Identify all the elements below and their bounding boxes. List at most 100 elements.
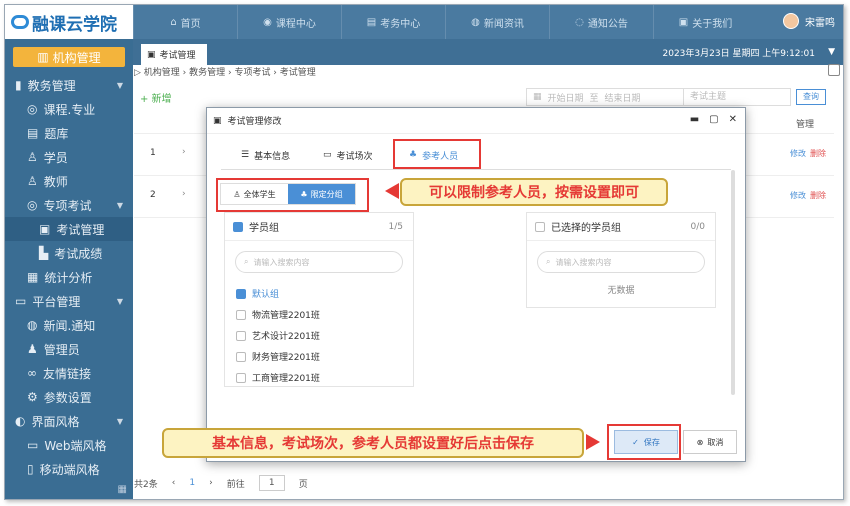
caret-down-icon: ▼ <box>116 416 123 426</box>
sidebar-item-platform[interactable]: ▭ 平台管理 ▼ <box>5 289 133 313</box>
checkbox[interactable] <box>236 372 246 383</box>
sidebar-item-academic[interactable]: ▮ 教务管理 ▼ <box>5 73 133 97</box>
prev-page-icon[interactable]: ‹ <box>172 478 176 488</box>
sidebar-item-statistics[interactable]: ▦ 统计分析 <box>5 265 133 289</box>
add-button[interactable]: + 新增 <box>140 90 172 105</box>
tab-basic-info[interactable]: ☰ 基本信息 <box>241 140 290 170</box>
logo: 融课云学院 <box>5 5 133 39</box>
group-list-panel: 学员组 1/5 ⌕ 请输入搜索内容 默认组 物流管理2201班 艺术设计2201班… <box>224 212 414 387</box>
sidebar-item-students[interactable]: ♙ 学员 <box>5 145 133 169</box>
person-icon: ♙ <box>27 150 38 164</box>
search-icon: ⌕ <box>546 257 551 266</box>
close-icon[interactable]: ✕ <box>729 114 737 125</box>
exam-icon: ▤ <box>366 16 377 28</box>
link-icon: ∞ <box>27 366 37 380</box>
cancel-button[interactable]: ⊗ 取消 <box>683 430 737 454</box>
list-item[interactable]: 财务管理2201班 <box>225 346 413 367</box>
checkbox[interactable] <box>236 351 246 362</box>
delete-button[interactable]: 删除 <box>810 148 826 159</box>
sidebar: ▥ 机构管理 ▮ 教务管理 ▼ ◎ 课程.专业 ▤ 题库 ♙ 学员 ♙ 教师 ◎ 专项考试 ▼ ▣… <box>5 39 133 499</box>
query-button[interactable]: 查询 <box>796 89 826 105</box>
print-icon[interactable] <box>828 64 840 76</box>
course-icon: ◉ <box>263 16 272 28</box>
select-all-checkbox[interactable] <box>535 221 545 232</box>
avatar <box>783 13 799 29</box>
edit-button[interactable]: 修改 <box>790 190 806 201</box>
sidebar-item-question-bank[interactable]: ▤ 题库 <box>5 121 133 145</box>
caret-down-icon: ▼ <box>116 296 123 306</box>
admin-icon: ♟ <box>27 342 38 356</box>
sidebar-item-special-exam[interactable]: ◎ 专项考试 ▼ <box>5 193 133 217</box>
checkbox[interactable] <box>236 309 246 320</box>
selected-search-input[interactable]: ⌕ 请输入搜索内容 <box>537 251 705 273</box>
sidebar-item-mobile-style[interactable]: ▯ 移动端风格 <box>5 457 133 481</box>
list-item[interactable]: 工商管理2201班 <box>225 367 413 388</box>
sidebar-item-exam-management[interactable]: ▣ 考试管理 <box>5 217 133 241</box>
sidebar-item-courses[interactable]: ◎ 课程.专业 <box>5 97 133 121</box>
checkbox[interactable] <box>236 288 246 299</box>
expand-icon[interactable]: › <box>182 147 186 157</box>
doc-icon: ▣ <box>147 49 156 60</box>
group-count: 1/5 <box>388 221 403 232</box>
desktop-icon: ▭ <box>27 438 39 452</box>
group-list-header: 学员组 1/5 <box>225 213 413 241</box>
scope-toggle-highlight <box>216 178 369 212</box>
dialog-scrollbar[interactable] <box>731 170 735 395</box>
select-all-checkbox[interactable] <box>233 221 243 232</box>
org-management-button[interactable]: ▥ 机构管理 <box>13 47 125 67</box>
current-page[interactable]: 1 <box>189 478 195 488</box>
list-item[interactable]: 物流管理2201班 <box>225 304 413 325</box>
nav-about[interactable]: ▣ 关于我们 <box>653 5 757 39</box>
checkbox[interactable] <box>236 330 246 341</box>
chevron-down-icon[interactable]: ▼ <box>828 47 835 57</box>
minimize-icon[interactable]: ▬ <box>690 114 699 125</box>
next-page-icon[interactable]: › <box>209 478 213 488</box>
participants-tab-highlight <box>393 139 481 169</box>
sidebar-item-web-style[interactable]: ▭ Web端风格 <box>5 433 133 457</box>
sidebar-item-exam-scores[interactable]: ▙ 考试成绩 <box>5 241 133 265</box>
dialog-header: ▣ 考试管理修改 <box>207 108 745 134</box>
callout-bottom: 基本信息，考试场次，参考人员都设置好后点击保存 <box>162 428 584 458</box>
tab-exam-sessions[interactable]: ▭ 考试场次 <box>323 140 373 170</box>
book-icon: ▤ <box>27 126 39 140</box>
user-menu[interactable]: 宋雷鸣 <box>783 13 835 29</box>
maximize-icon[interactable]: ▢ <box>709 114 718 125</box>
total-count: 共2条 <box>134 479 158 490</box>
nav-course[interactable]: ◉ 课程中心 <box>237 5 341 39</box>
edit-button[interactable]: 修改 <box>790 148 806 159</box>
logo-text: 融课云学院 <box>32 14 117 35</box>
selected-group-panel: 已选择的学员组 0/0 ⌕ 请输入搜索内容 无数据 <box>526 212 716 308</box>
nav-notice[interactable]: ◌ 通知公告 <box>549 5 653 39</box>
empty-state: 无数据 <box>607 286 635 296</box>
globe-icon: ◍ <box>27 318 38 332</box>
sidebar-item-news[interactable]: ◍ 新闻.通知 <box>5 313 133 337</box>
subject-search-input[interactable]: 考试主题 <box>683 88 791 106</box>
sidebar-item-admins[interactable]: ♟ 管理员 <box>5 337 133 361</box>
page-input[interactable]: 1 <box>258 475 285 491</box>
selected-group-header: 已选择的学员组 0/0 <box>527 213 715 241</box>
group-list: 默认组 物流管理2201班 艺术设计2201班 财务管理2201班 工商管理22… <box>225 283 413 388</box>
sidebar-item-ui-style[interactable]: ◐ 界面风格 ▼ <box>5 409 133 433</box>
sidebar-item-links[interactable]: ∞ 友情链接 <box>5 361 133 385</box>
list-item[interactable]: 艺术设计2201班 <box>225 325 413 346</box>
sidebar-item-teachers[interactable]: ♙ 教师 <box>5 169 133 193</box>
tab-exam-management[interactable]: ▣ 考试管理 <box>141 44 207 65</box>
sidebar-item-settings[interactable]: ⚙ 参数设置 <box>5 385 133 409</box>
nav-exam[interactable]: ▤ 考务中心 <box>341 5 445 39</box>
about-icon: ▣ <box>678 16 689 28</box>
expand-icon[interactable]: › <box>182 189 186 199</box>
grid-icon[interactable]: ▦ <box>118 484 127 495</box>
doc-icon: ▣ <box>39 222 51 236</box>
dialog-title: 考试管理修改 <box>227 117 282 127</box>
group-search-input[interactable]: ⌕ 请输入搜索内容 <box>235 251 403 273</box>
bar-chart-icon: ▙ <box>39 246 49 260</box>
chart-icon: ▮ <box>15 78 22 92</box>
pagination: 共2条 ‹ 1 › 前往 1 页 <box>134 474 308 492</box>
list-item[interactable]: 默认组 <box>225 283 413 304</box>
nav-news[interactable]: ◍ 新闻资讯 <box>445 5 549 39</box>
course-icon: ◎ <box>27 102 38 116</box>
date-range-input[interactable]: ▦ 开始日期至结束日期 <box>526 88 684 106</box>
toolbar: + 新增 ▦ 开始日期至结束日期 考试主题 查询 <box>140 88 830 108</box>
delete-button[interactable]: 删除 <box>810 190 826 201</box>
nav-home[interactable]: ⌂ 首页 <box>133 5 237 39</box>
